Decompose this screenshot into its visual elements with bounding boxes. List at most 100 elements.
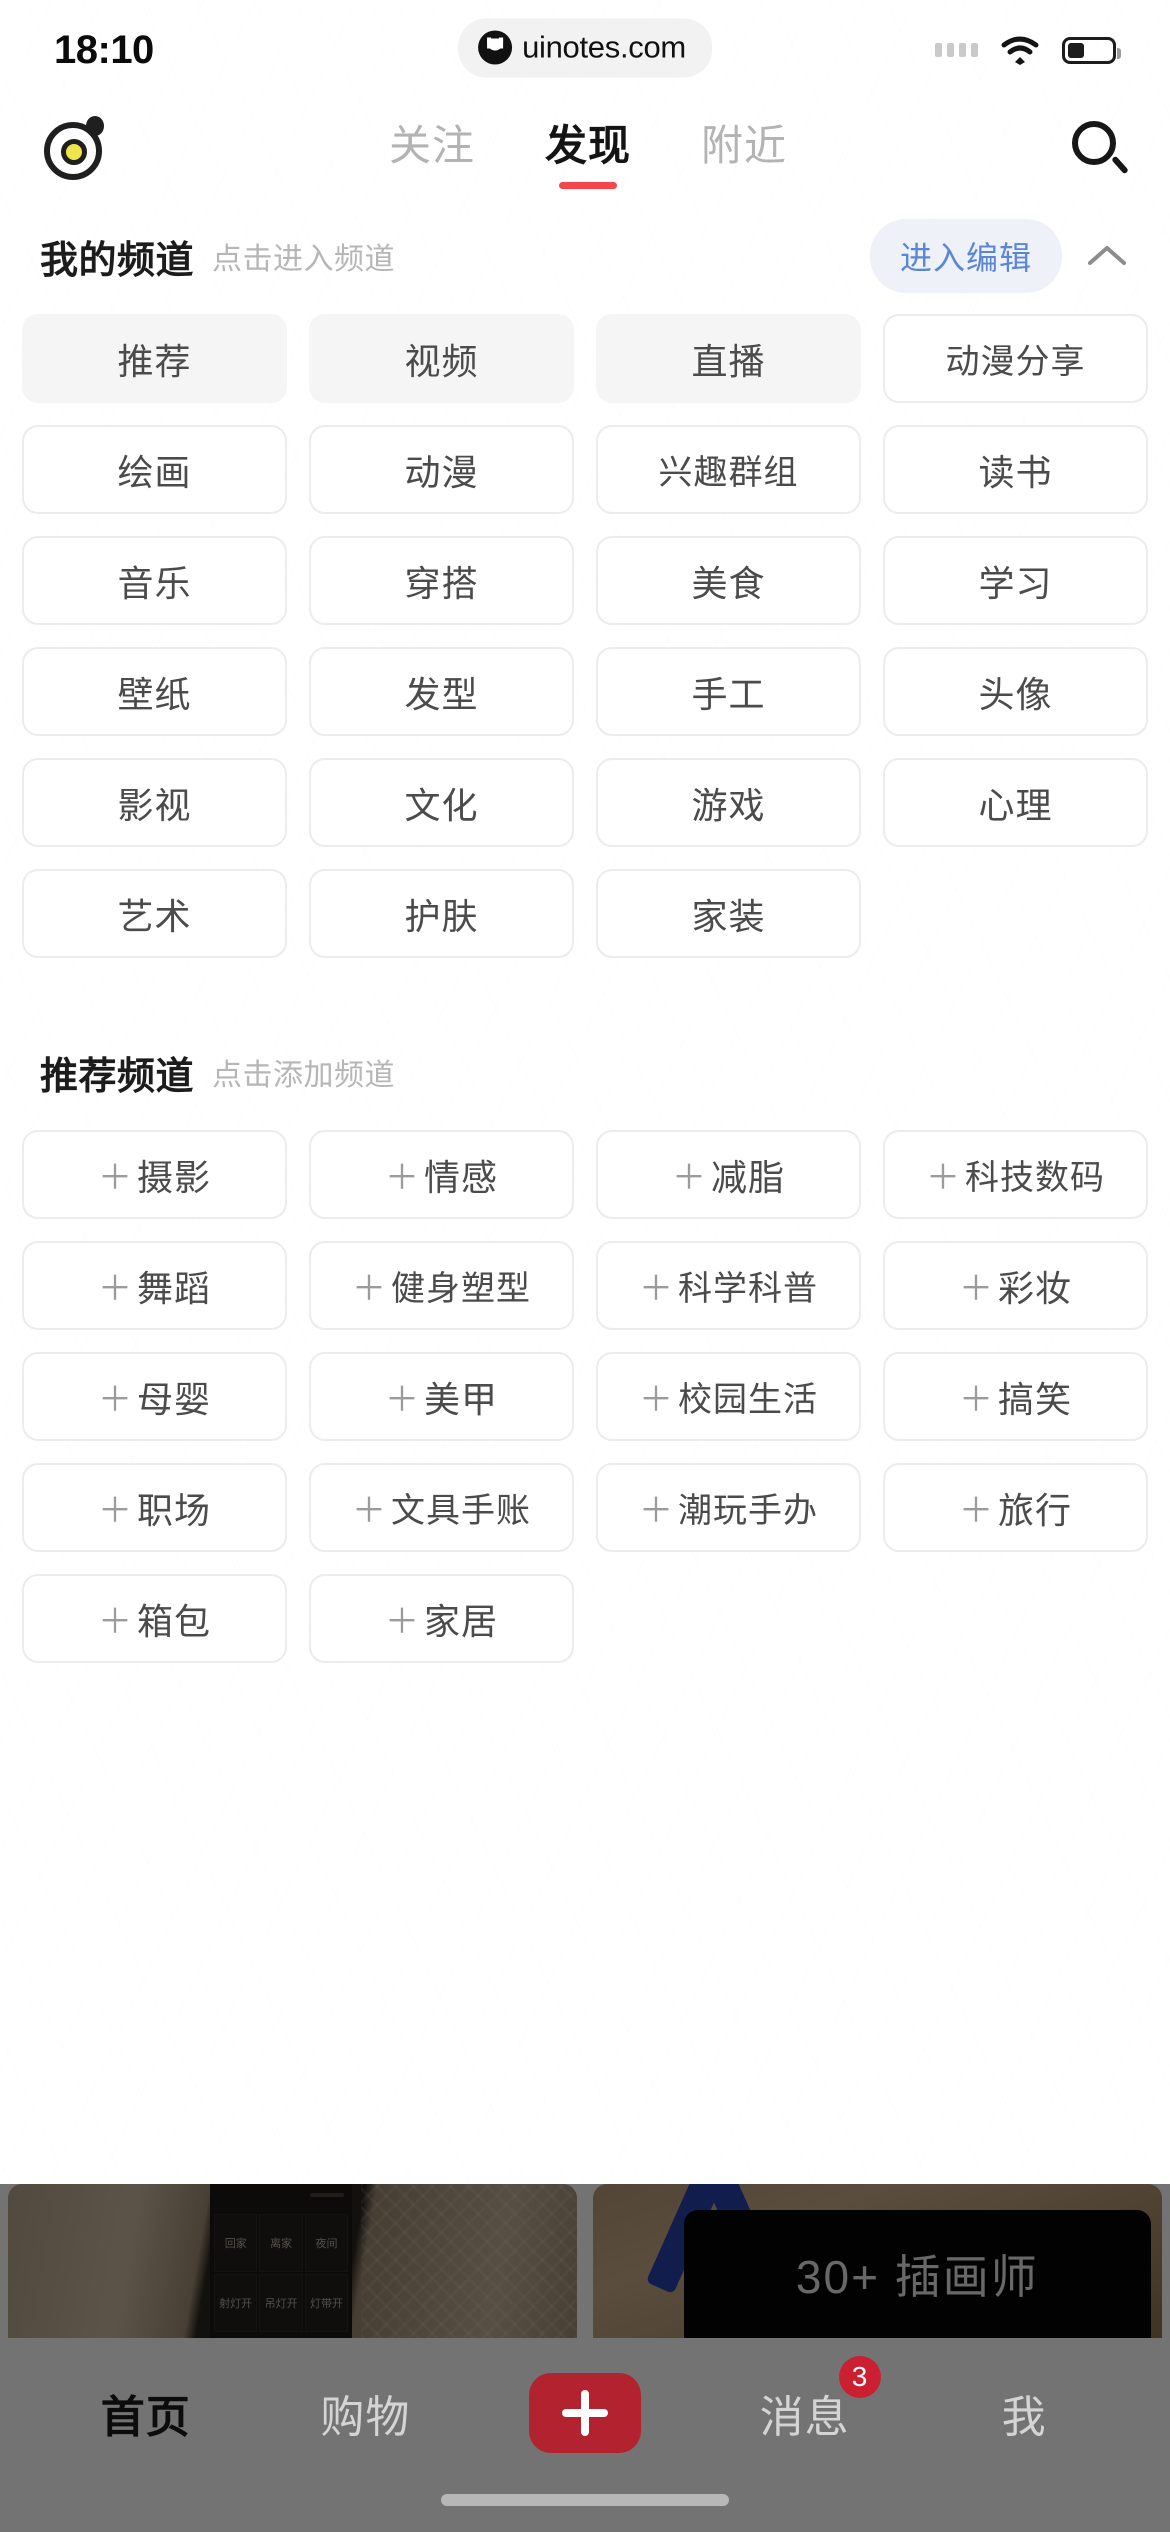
recommended-channel-chip[interactable]: ＋彩妆 — [883, 1241, 1148, 1330]
recommended-channel-chip[interactable]: ＋职场 — [22, 1463, 287, 1552]
bottom-tab-bar: 首页 购物 消息 3 我 — [0, 2338, 1170, 2488]
my-channel-chip[interactable]: 推荐 — [22, 314, 287, 403]
bottom-tab-label: 购物 — [320, 2393, 411, 2442]
my-channel-chip[interactable]: 游戏 — [596, 758, 861, 847]
recommended-channel-chip[interactable]: ＋美甲 — [309, 1352, 574, 1441]
create-post-button[interactable] — [528, 2373, 641, 2453]
my-channel-chip[interactable]: 发型 — [309, 647, 574, 736]
my-channel-chip[interactable]: 直播 — [596, 314, 861, 403]
bottom-tab-label: 首页 — [100, 2393, 191, 2442]
chevron-up-icon[interactable] — [1084, 243, 1130, 269]
plus-icon: ＋ — [97, 1492, 133, 1530]
app-root: 18:10 uinotes.com 关注 发现 附近 我的频道 点击进入频道 进… — [0, 0, 1170, 2532]
recommended-channel-chip[interactable]: ＋健身塑型 — [309, 1241, 574, 1330]
my-channel-chip[interactable]: 艺术 — [22, 869, 287, 958]
plus-icon: ＋ — [97, 1381, 133, 1419]
smart-home-panel: 回家 离家 夜间 射灯开 吊灯开 灯带开 — [209, 2184, 353, 2338]
plus-icon: ＋ — [97, 1159, 133, 1197]
my-channel-chip[interactable]: 头像 — [883, 647, 1148, 736]
tab-label: 附近 — [701, 121, 788, 169]
recommended-channel-label: 搞笑 — [997, 1378, 1072, 1420]
recommended-channel-chip[interactable]: ＋摄影 — [22, 1130, 287, 1219]
plus-icon: ＋ — [958, 1270, 994, 1308]
home-indicator[interactable] — [441, 2494, 729, 2506]
plus-icon: ＋ — [352, 1270, 387, 1308]
tab-faxian[interactable]: 发现 — [537, 110, 639, 189]
my-channel-chip[interactable]: 壁纸 — [22, 647, 287, 736]
bottom-tab-messages[interactable]: 消息 3 — [695, 2338, 915, 2488]
my-channel-chip[interactable]: 文化 — [309, 758, 574, 847]
plus-icon: ＋ — [97, 1270, 133, 1308]
panel-button: 射灯开 — [213, 2274, 258, 2332]
my-channel-chip[interactable]: 穿搭 — [309, 536, 574, 625]
recommended-channels-title: 推荐频道 — [40, 1055, 195, 1098]
bottom-tab-home[interactable]: 首页 — [36, 2338, 256, 2488]
fabric-texture — [360, 2184, 577, 2338]
my-channel-chip[interactable]: 护肤 — [309, 869, 574, 958]
uinotes-watermark-text: uinotes.com — [522, 29, 686, 65]
my-channel-chip[interactable]: 学习 — [883, 536, 1148, 625]
feed-card-illustrator[interactable]: 30+ 插画师 — [593, 2184, 1162, 2338]
my-channel-chip[interactable]: 读书 — [883, 425, 1148, 514]
bottom-tab-me[interactable]: 我 — [914, 2338, 1134, 2488]
recommended-channel-label: 职场 — [136, 1489, 211, 1531]
panel-button: 吊灯开 — [259, 2274, 303, 2332]
my-channel-chip[interactable]: 兴趣群组 — [596, 425, 861, 514]
tab-fujin[interactable]: 附近 — [693, 110, 795, 189]
recommended-channel-label: 科学科普 — [678, 1270, 818, 1308]
feed-preview-cards: 回家 离家 夜间 射灯开 吊灯开 灯带开 30+ 插画师 — [0, 2184, 1170, 2338]
plus-icon: ＋ — [639, 1381, 674, 1419]
recommended-channel-label: 箱包 — [136, 1600, 211, 1642]
my-channel-chip[interactable]: 美食 — [596, 536, 861, 625]
my-channel-chip[interactable]: 手工 — [596, 647, 861, 736]
recommended-channels-grid: ＋摄影＋情感＋减脂＋科技数码＋舞蹈＋健身塑型＋科学科普＋彩妆＋母婴＋美甲＋校园生… — [0, 1116, 1170, 1663]
plus-icon: ＋ — [97, 1603, 133, 1641]
my-channels-title: 我的频道 — [40, 239, 195, 282]
my-channels-subtitle: 点击进入频道 — [212, 243, 396, 276]
plus-icon: ＋ — [384, 1381, 420, 1419]
recommended-channel-label: 健身塑型 — [391, 1270, 531, 1308]
recommended-channel-label: 摄影 — [136, 1156, 211, 1198]
bottom-tab-label: 我 — [1001, 2393, 1047, 2442]
app-logo-icon[interactable] — [42, 116, 108, 182]
recommended-channel-chip[interactable]: ＋舞蹈 — [22, 1241, 287, 1330]
recommended-channel-label: 旅行 — [997, 1489, 1072, 1531]
recommended-channel-label: 家居 — [423, 1600, 498, 1642]
recommended-channel-chip[interactable]: ＋文具手账 — [309, 1463, 574, 1552]
tab-guanzhu[interactable]: 关注 — [381, 110, 483, 189]
battery-icon — [1062, 36, 1121, 64]
feed-card-smart-home[interactable]: 回家 离家 夜间 射灯开 吊灯开 灯带开 — [8, 2184, 577, 2338]
recommended-channel-chip[interactable]: ＋减脂 — [596, 1130, 861, 1219]
recommended-channel-chip[interactable]: ＋箱包 — [22, 1574, 287, 1663]
recommended-channel-chip[interactable]: ＋搞笑 — [883, 1352, 1148, 1441]
bottom-tab-shopping[interactable]: 购物 — [256, 2338, 476, 2488]
status-indicators — [935, 35, 1121, 65]
my-channel-chip[interactable]: 视频 — [309, 314, 574, 403]
my-channel-chip[interactable]: 家装 — [596, 869, 861, 958]
search-icon[interactable] — [1068, 119, 1129, 179]
recommended-channel-chip[interactable]: ＋科学科普 — [596, 1241, 861, 1330]
wifi-icon — [1000, 35, 1040, 65]
bottom-tab-label: 消息 — [759, 2393, 850, 2442]
recommended-channel-chip[interactable]: ＋校园生活 — [596, 1352, 861, 1441]
plus-icon: ＋ — [384, 1159, 420, 1197]
status-time: 18:10 — [54, 27, 154, 72]
my-channel-chip[interactable]: 动漫 — [309, 425, 574, 514]
my-channel-chip[interactable]: 绘画 — [22, 425, 287, 514]
plus-icon: ＋ — [639, 1270, 674, 1308]
recommended-channel-label: 母婴 — [136, 1378, 211, 1420]
create-button-wrap — [475, 2373, 695, 2453]
recommended-channel-chip[interactable]: ＋潮玩手办 — [596, 1463, 861, 1552]
my-channel-chip[interactable]: 心理 — [883, 758, 1148, 847]
my-channel-chip[interactable]: 音乐 — [22, 536, 287, 625]
my-channel-chip[interactable]: 影视 — [22, 758, 287, 847]
recommended-channel-chip[interactable]: ＋情感 — [309, 1130, 574, 1219]
enter-edit-button[interactable]: 进入编辑 — [869, 219, 1062, 293]
recommended-channel-chip[interactable]: ＋家居 — [309, 1574, 574, 1663]
recommended-channel-chip[interactable]: ＋旅行 — [883, 1463, 1148, 1552]
recommended-channel-chip[interactable]: ＋母婴 — [22, 1352, 287, 1441]
recommended-channel-label: 彩妆 — [997, 1267, 1072, 1309]
bottom-region: 回家 离家 夜间 射灯开 吊灯开 灯带开 30+ 插画师 首页 购物 消息 3 … — [0, 2184, 1170, 2532]
my-channel-chip[interactable]: 动漫分享 — [883, 314, 1148, 403]
recommended-channel-chip[interactable]: ＋科技数码 — [883, 1130, 1148, 1219]
